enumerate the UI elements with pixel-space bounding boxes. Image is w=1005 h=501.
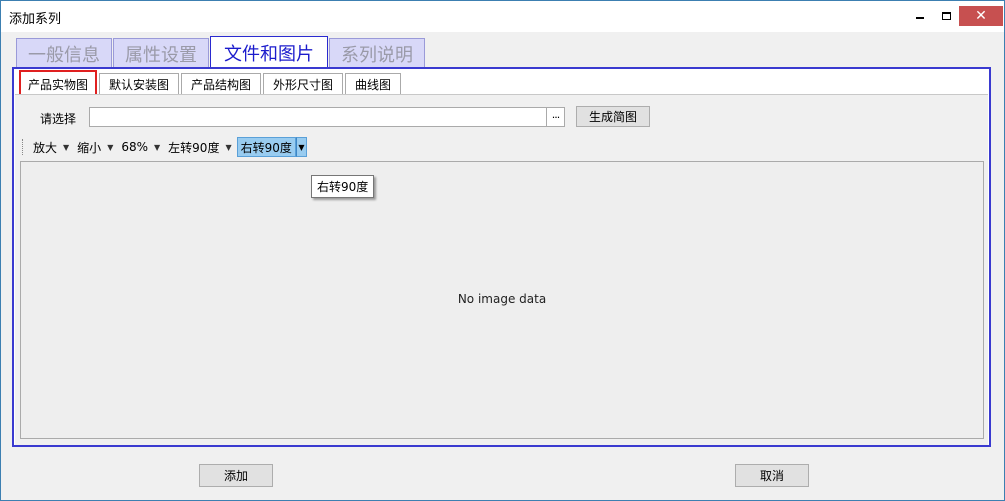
zoom-out-button[interactable]: 缩小 ▼	[74, 137, 118, 157]
toolbar-grip-icon[interactable]	[22, 139, 25, 155]
dropdown-arrow-icon[interactable]: ▼	[154, 143, 160, 152]
maximize-button[interactable]	[933, 1, 959, 30]
cancel-button[interactable]: 取消	[735, 464, 809, 487]
tab-general-info[interactable]: 一般信息	[16, 38, 112, 68]
minimize-button[interactable]	[907, 1, 933, 30]
files-images-panel: 产品实物图 默认安装图 产品结构图 外形尺寸图 曲线图 请选择 ··· 生成简图…	[12, 67, 991, 447]
rotate-right-label: 右转90度	[240, 140, 292, 155]
dropdown-arrow-icon[interactable]: ▼	[225, 143, 231, 152]
browse-button[interactable]: ···	[546, 107, 565, 127]
tab-property-settings[interactable]: 属性设置	[113, 38, 209, 68]
zoom-level-label: 68%	[121, 140, 149, 154]
generate-thumbnail-button[interactable]: 生成简图	[576, 106, 650, 127]
no-image-placeholder: No image data	[457, 292, 547, 306]
dropdown-arrow-icon[interactable]: ▼	[107, 143, 113, 152]
image-toolbar: 放大 ▼ 缩小 ▼ 68% ▼ 左转90度 ▼ 右转90度 ▼	[20, 136, 984, 158]
image-type-tab-strip: 产品实物图 默认安装图 产品结构图 外形尺寸图 曲线图	[19, 70, 403, 98]
subtab-product-structure[interactable]: 产品结构图	[181, 73, 261, 95]
file-path-input[interactable]	[89, 107, 547, 127]
maximize-icon	[941, 11, 951, 20]
add-button[interactable]: 添加	[199, 464, 273, 487]
rotate-left-button[interactable]: 左转90度 ▼	[165, 137, 236, 157]
dialog-window: 添加系列 ✕ 一般信息 属性设置 文件和图片 系列说明 产品实物图 默认安装图 …	[0, 0, 1005, 501]
subtab-curve[interactable]: 曲线图	[345, 73, 401, 95]
rotate-right-tooltip: 右转90度	[311, 175, 375, 198]
close-icon: ✕	[975, 8, 987, 24]
title-bar[interactable]: 添加系列 ✕	[1, 1, 1004, 32]
close-button[interactable]: ✕	[959, 6, 1003, 26]
product-photo-panel: 请选择 ··· 生成简图 放大 ▼ 缩小 ▼ 68% ▼ 左转90度 ▼ 右转9…	[15, 94, 988, 445]
zoom-in-button[interactable]: 放大 ▼	[30, 137, 74, 157]
rotate-left-label: 左转90度	[168, 140, 220, 155]
subtab-default-install[interactable]: 默认安装图	[99, 73, 179, 95]
subtab-outline-dimensions[interactable]: 外形尺寸图	[263, 73, 343, 95]
minimize-icon	[916, 16, 924, 19]
dropdown-arrow-icon[interactable]: ▼	[63, 143, 69, 152]
file-select-label: 请选择	[40, 112, 77, 126]
tab-series-description[interactable]: 系列说明	[329, 38, 425, 68]
rotate-right-button[interactable]: 右转90度	[236, 137, 296, 157]
rotate-right-dropdown-arrow-icon[interactable]: ▼	[295, 137, 307, 157]
window-title: 添加系列	[9, 12, 62, 27]
image-preview-area[interactable]: No image data	[20, 161, 984, 439]
zoom-level-dropdown[interactable]: 68% ▼	[118, 137, 165, 157]
zoom-out-label: 缩小	[77, 140, 102, 155]
main-tab-strip: 一般信息 属性设置 文件和图片 系列说明	[16, 36, 426, 68]
zoom-in-label: 放大	[33, 140, 58, 155]
tab-files-and-images[interactable]: 文件和图片	[210, 36, 328, 68]
